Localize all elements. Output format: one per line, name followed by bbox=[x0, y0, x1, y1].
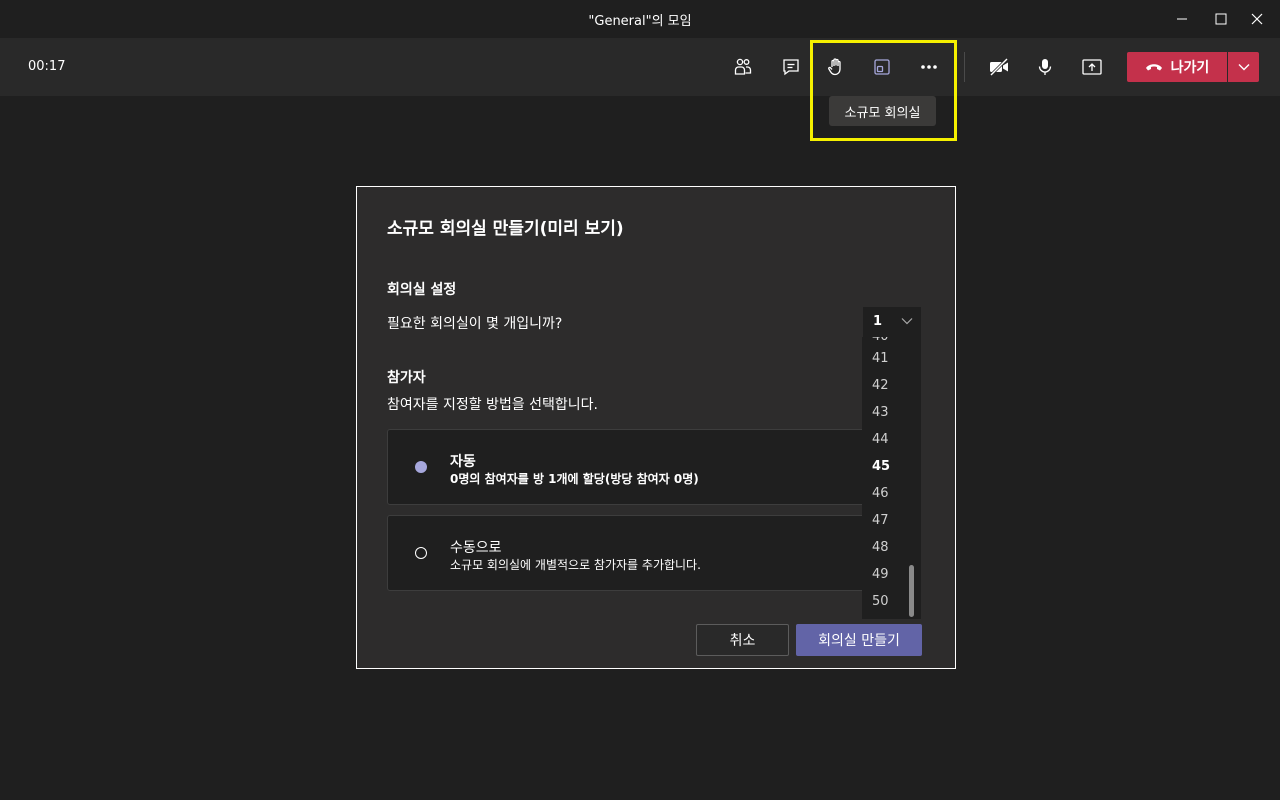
manual-option-title: 수동으로 bbox=[450, 540, 502, 556]
window-title: "General"의 모임 bbox=[588, 14, 692, 29]
room-settings-heading: 회의실 설정 bbox=[387, 282, 457, 298]
leave-label: 나가기 bbox=[1170, 60, 1210, 76]
chat-icon bbox=[783, 59, 799, 76]
minimize-button[interactable] bbox=[1162, 0, 1202, 38]
meeting-timer: 00:17 bbox=[28, 59, 66, 74]
participants-instruction: 참여자를 지정할 방법을 선택합니다. bbox=[387, 397, 598, 413]
auto-radio[interactable] bbox=[415, 461, 427, 473]
dropdown-option[interactable]: 43 bbox=[872, 399, 912, 426]
dropdown-option[interactable]: 49 bbox=[872, 561, 912, 588]
dialog-title: 소규모 회의실 만들기(미리 보기) bbox=[387, 219, 624, 239]
cancel-button[interactable]: 취소 bbox=[696, 624, 789, 656]
room-count-select[interactable]: 1 bbox=[863, 307, 921, 337]
participants-button[interactable] bbox=[727, 51, 759, 83]
create-breakout-rooms-dialog: 소규모 회의실 만들기(미리 보기) 회의실 설정 필요한 회의실이 몇 개입니… bbox=[356, 186, 956, 669]
manual-assign-option[interactable]: 수동으로 소규모 회의실에 개별적으로 참가자를 추가합니다. bbox=[387, 515, 877, 591]
dropdown-option[interactable]: 47 bbox=[872, 507, 912, 534]
dropdown-option[interactable]: 41 bbox=[872, 345, 912, 372]
people-icon bbox=[734, 58, 752, 75]
share-screen-icon bbox=[1082, 59, 1102, 75]
title-bar: "General"의 모임 bbox=[0, 0, 1280, 38]
auto-assign-option[interactable]: 자동 0명의 참여자를 방 1개에 할당(방당 참여자 0명) bbox=[387, 429, 877, 505]
manual-radio[interactable] bbox=[415, 547, 427, 559]
dropdown-partial-item: 40 bbox=[872, 337, 889, 344]
hang-up-icon bbox=[1145, 64, 1162, 71]
share-screen-button[interactable] bbox=[1076, 51, 1108, 83]
dropdown-option[interactable]: 44 bbox=[872, 426, 912, 453]
manual-option-desc: 소규모 회의실에 개별적으로 참가자를 추가합니다. bbox=[450, 558, 701, 572]
chevron-down-icon bbox=[901, 318, 913, 325]
room-count-dropdown-list: 40 41 42 43 44 45 46 47 48 49 50 bbox=[862, 337, 921, 619]
room-count-value: 1 bbox=[873, 314, 883, 329]
maximize-icon bbox=[1215, 13, 1227, 25]
microphone-icon bbox=[1038, 59, 1052, 75]
close-icon bbox=[1251, 13, 1263, 25]
dropdown-option[interactable]: 48 bbox=[872, 534, 912, 561]
leave-button[interactable]: 나가기 bbox=[1127, 52, 1227, 82]
auto-option-title: 자동 bbox=[450, 454, 476, 470]
microphone-button[interactable] bbox=[1029, 51, 1061, 83]
chevron-down-icon bbox=[1238, 64, 1249, 71]
dropdown-option[interactable]: 50 bbox=[872, 588, 912, 615]
close-window-button[interactable] bbox=[1237, 0, 1277, 38]
dropdown-option-highlighted[interactable]: 45 bbox=[872, 453, 912, 480]
dropdown-option[interactable]: 46 bbox=[872, 480, 912, 507]
dropdown-scrollbar[interactable] bbox=[909, 565, 914, 617]
participants-heading: 참가자 bbox=[387, 370, 426, 386]
create-rooms-button[interactable]: 회의실 만들기 bbox=[796, 624, 922, 656]
highlight-annotation bbox=[810, 40, 957, 141]
rooms-question: 필요한 회의실이 몇 개입니까? bbox=[387, 316, 563, 332]
camera-toggle-button[interactable] bbox=[983, 51, 1015, 83]
meeting-toolbar: 00:17 나가기 bbox=[0, 38, 1280, 96]
dropdown-option[interactable]: 42 bbox=[872, 372, 912, 399]
maximize-button[interactable] bbox=[1201, 0, 1241, 38]
leave-options-button[interactable] bbox=[1228, 52, 1259, 82]
chat-button[interactable] bbox=[775, 51, 807, 83]
auto-option-desc: 0명의 참여자를 방 1개에 할당(방당 참여자 0명) bbox=[450, 472, 699, 486]
camera-off-icon bbox=[989, 57, 1009, 77]
toolbar-divider bbox=[964, 52, 965, 82]
minimize-icon bbox=[1177, 18, 1187, 20]
